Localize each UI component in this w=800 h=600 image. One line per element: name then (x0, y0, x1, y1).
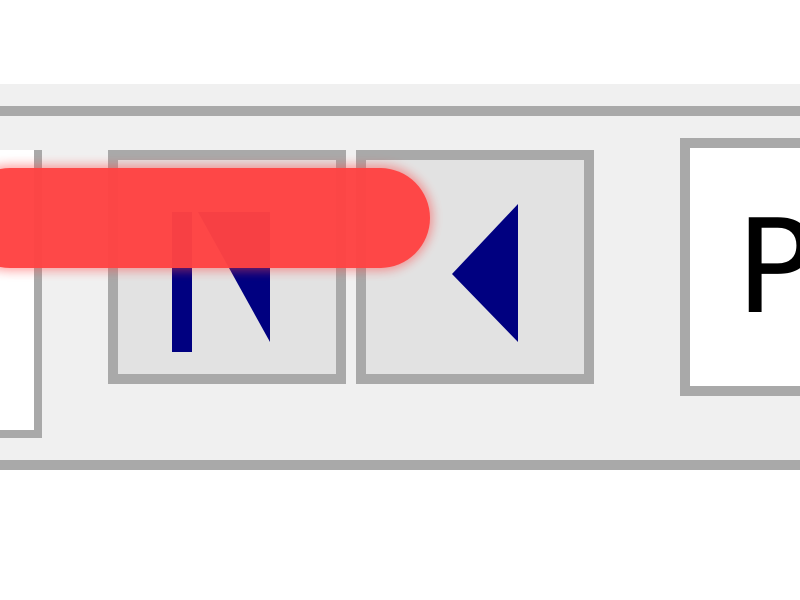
first-page-button[interactable] (108, 150, 346, 384)
first-page-icon (172, 212, 270, 352)
previous-page-button[interactable] (356, 150, 594, 384)
toolbar-top-border (0, 106, 800, 116)
page-number-input[interactable] (680, 138, 800, 396)
toolbar-bottom-border (0, 460, 800, 470)
previous-page-icon (452, 204, 518, 342)
previous-toolbar-control[interactable] (0, 150, 42, 438)
viewer-toolbar-zoomed (0, 0, 800, 600)
